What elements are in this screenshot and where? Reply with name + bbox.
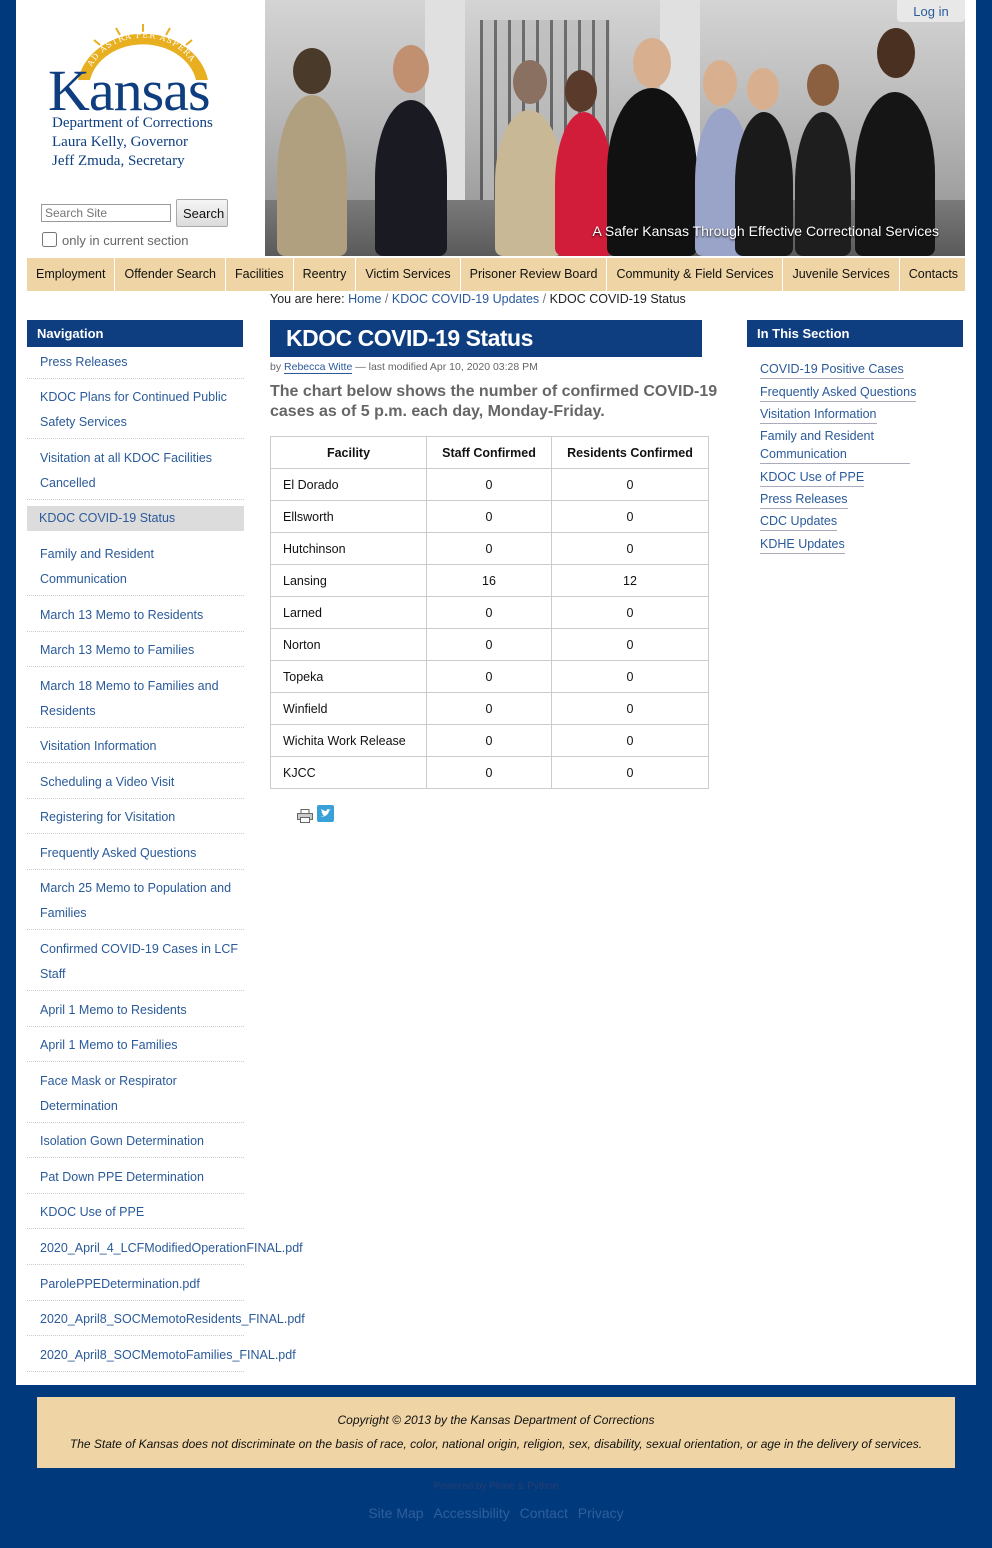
page-title: KDOC COVID-19 Status	[286, 325, 533, 351]
table-row: KJCC 0 0	[270, 756, 709, 789]
nav-prisoner-review-board[interactable]: Prisoner Review Board	[461, 258, 608, 291]
footer-notice: Copyright © 2013 by the Kansas Departmen…	[37, 1397, 955, 1468]
table-row: Larned 0 0	[270, 596, 709, 629]
leftnav-item-pat-down-ppe[interactable]: Pat Down PPE Determination	[27, 1165, 244, 1194]
section-link-press-releases[interactable]: Press Releases	[760, 490, 848, 509]
search-input[interactable]	[41, 204, 171, 222]
section-link-cdc-updates[interactable]: CDC Updates	[760, 512, 838, 531]
leftnav-item-visitation-cancelled[interactable]: Visitation at all KDOC Facilities Cancel…	[27, 446, 244, 500]
footer-link-contact[interactable]: Contact	[520, 1505, 568, 1521]
table-row: El Dorado 0 0	[270, 468, 709, 501]
breadcrumb-covid-updates[interactable]: KDOC COVID-19 Updates	[392, 292, 539, 306]
site-actions: Site Map Accessibility Contact Privacy	[0, 1505, 992, 1521]
twitter-icon[interactable]	[317, 805, 334, 825]
nav-community-field-services[interactable]: Community & Field Services	[607, 258, 784, 291]
leftnav-item-march25-memo[interactable]: March 25 Memo to Population and Families	[27, 876, 244, 930]
leftnav-item-march13-residents[interactable]: March 13 Memo to Residents	[27, 603, 244, 632]
leftnav-item-soc-residents-pdf[interactable]: 2020_April8_SOCMemotoResidents_FINAL.pdf	[27, 1307, 305, 1336]
table-row: Winfield 0 0	[270, 692, 709, 725]
footer-copyright: Copyright © 2013 by the Kansas Departmen…	[337, 1413, 655, 1427]
leftnav-item-family-resident-communication[interactable]: Family and Resident Communication	[27, 542, 244, 596]
banner-tagline: A Safer Kansas Through Effective Correct…	[592, 223, 939, 239]
leftnav-item-april1-residents[interactable]: April 1 Memo to Residents	[27, 998, 244, 1027]
section-link-visitation-information[interactable]: Visitation Information	[760, 405, 877, 424]
navigation-portlet-header: Navigation	[27, 320, 243, 347]
leftnav-item-kdoc-plans[interactable]: KDOC Plans for Continued Public Safety S…	[27, 385, 244, 439]
leftnav-item-video-visit[interactable]: Scheduling a Video Visit	[27, 770, 244, 799]
covid-status-table: Facility Staff Confirmed Residents Confi…	[270, 436, 709, 789]
leftnav-item-covid-status[interactable]: KDOC COVID-19 Status	[27, 506, 244, 531]
section-link-covid-positive-cases[interactable]: COVID-19 Positive Cases	[760, 360, 904, 379]
table-row: Ellsworth 0 0	[270, 500, 709, 533]
nav-offender-search[interactable]: Offender Search	[115, 258, 226, 291]
table-row: Topeka 0 0	[270, 660, 709, 693]
section-link-family-resident-communication[interactable]: Family and Resident Communication	[760, 427, 910, 464]
nav-facilities[interactable]: Facilities	[226, 258, 294, 291]
leftnav-item-lcf-staff-cases[interactable]: Confirmed COVID-19 Cases in LCF Staff	[27, 937, 244, 991]
leftnav-item-april1-families[interactable]: April 1 Memo to Families	[27, 1033, 244, 1062]
leftnav-item-soc-families-pdf[interactable]: 2020_April8_SOCMemotoFamilies_FINAL.pdf	[27, 1343, 296, 1372]
header-banner-photo: A Safer Kansas Through Effective Correct…	[265, 0, 965, 256]
kdoc-logo[interactable]: AD ASTRA PER ASPERA Kansas Department of…	[36, 22, 248, 177]
breadcrumb-prefix: You are here:	[270, 292, 345, 306]
search-button[interactable]: Search	[176, 199, 228, 227]
column-header-staff: Staff Confirmed	[426, 436, 552, 469]
leftnav-item-face-mask[interactable]: Face Mask or Respirator Determination	[27, 1069, 244, 1123]
nav-employment[interactable]: Employment	[27, 258, 116, 291]
leftnav-item-visitation-information[interactable]: Visitation Information	[27, 734, 244, 763]
nav-juvenile-services[interactable]: Juvenile Services	[783, 258, 900, 291]
main-navigation: Employment Offender Search Facilities Re…	[27, 258, 969, 291]
nav-contacts[interactable]: Contacts	[900, 258, 969, 291]
powered-by: Powered by Plone & Python	[433, 1481, 559, 1492]
section-link-faq[interactable]: Frequently Asked Questions	[760, 383, 917, 402]
table-row: Wichita Work Release 0 0	[270, 724, 709, 757]
leftnav-item-faq[interactable]: Frequently Asked Questions	[27, 841, 244, 870]
print-icon[interactable]	[297, 809, 313, 826]
login-link[interactable]: Log in	[897, 0, 965, 22]
author-link[interactable]: Rebecca Witte	[284, 361, 353, 374]
logo-wordmark: Kansas	[48, 58, 211, 123]
section-link-kdhe-updates[interactable]: KDHE Updates	[760, 535, 845, 554]
footer-link-accessibility[interactable]: Accessibility	[433, 1505, 509, 1521]
leftnav-item-press-releases[interactable]: Press Releases	[27, 350, 244, 379]
footer-nondiscrimination: The State of Kansas does not discriminat…	[69, 1437, 923, 1451]
table-header-row: Facility Staff Confirmed Residents Confi…	[270, 436, 709, 469]
last-modified: — last modified Apr 10, 2020 03:28 PM	[355, 361, 538, 373]
nav-victim-services[interactable]: Victim Services	[356, 258, 461, 291]
column-header-facility: Facility	[270, 436, 427, 469]
leftnav-item-registering-visitation[interactable]: Registering for Visitation	[27, 805, 244, 834]
leftnav-item-lcf-modified-pdf[interactable]: 2020_April_4_LCFModifiedOperationFINAL.p…	[27, 1236, 303, 1265]
breadcrumb-current: KDOC COVID-19 Status	[549, 292, 686, 306]
current-section-label: only in current section	[62, 233, 189, 248]
breadcrumb: You are here: Home / KDOC COVID-19 Updat…	[270, 292, 686, 306]
section-link-kdoc-use-ppe[interactable]: KDOC Use of PPE	[760, 468, 865, 487]
table-row: Hutchinson 0 0	[270, 532, 709, 565]
logo-subtitle: Department of Corrections Laura Kelly, G…	[52, 115, 213, 169]
page-title-box: KDOC COVID-19 Status	[270, 320, 702, 357]
document-byline: by Rebecca Witte — last modified Apr 10,…	[270, 361, 538, 374]
leftnav-item-kdoc-use-ppe[interactable]: KDOC Use of PPE	[27, 1200, 244, 1229]
footer-link-privacy[interactable]: Privacy	[578, 1505, 624, 1521]
leftnav-item-isolation-gown[interactable]: Isolation Gown Determination	[27, 1129, 244, 1158]
table-row: Norton 0 0	[270, 628, 709, 661]
nav-reentry[interactable]: Reentry	[294, 258, 357, 291]
leftnav-item-march18-memo[interactable]: March 18 Memo to Families and Residents	[27, 674, 244, 728]
table-row: Lansing 16 12	[270, 564, 709, 597]
column-header-residents: Residents Confirmed	[551, 436, 709, 469]
current-section-checkbox[interactable]	[42, 232, 57, 247]
leftnav-item-parole-ppe-pdf[interactable]: ParolePPEDetermination.pdf	[27, 1272, 244, 1301]
leftnav-item-march13-families[interactable]: March 13 Memo to Families	[27, 638, 244, 667]
document-description: The chart below shows the number of conf…	[270, 383, 718, 420]
breadcrumb-home[interactable]: Home	[348, 292, 381, 306]
footer-link-sitemap[interactable]: Site Map	[368, 1505, 423, 1521]
in-this-section-header: In This Section	[747, 320, 963, 347]
